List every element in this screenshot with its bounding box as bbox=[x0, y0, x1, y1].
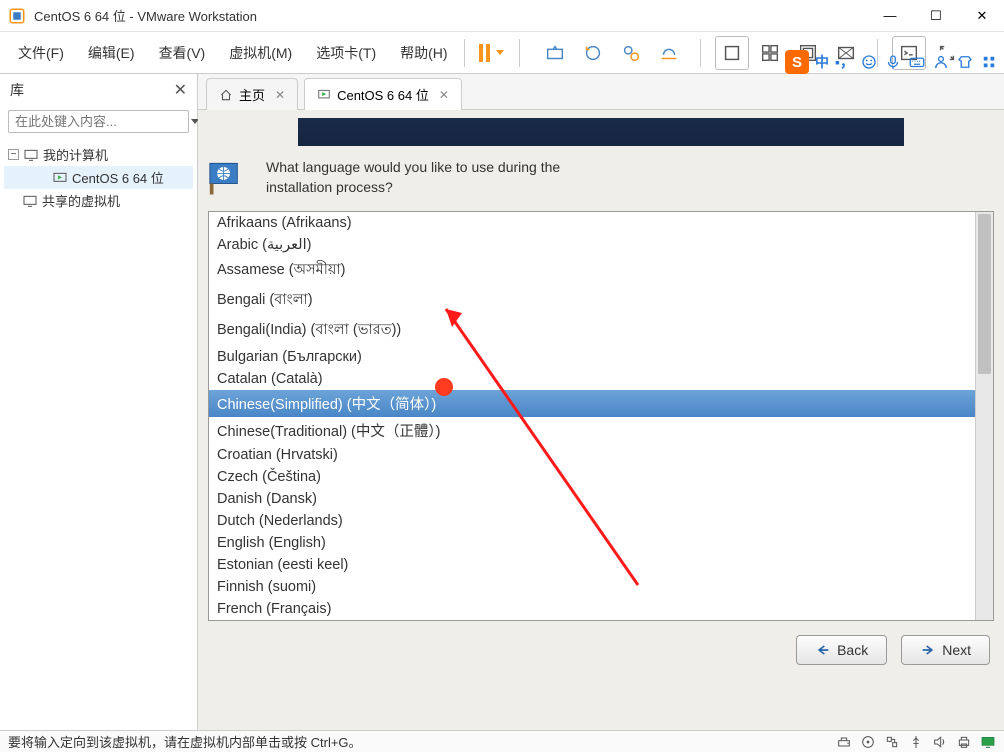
language-option[interactable]: Dutch (Nederlands) bbox=[209, 510, 975, 532]
language-scrollbar[interactable] bbox=[975, 212, 993, 620]
minimize-button[interactable]: — bbox=[876, 8, 904, 24]
arrow-right-icon bbox=[920, 643, 936, 657]
installer-banner bbox=[298, 118, 904, 146]
ime-person-icon[interactable] bbox=[932, 53, 950, 71]
ime-smiley-icon[interactable] bbox=[860, 53, 878, 71]
menu-tabs[interactable]: 选项卡(T) bbox=[310, 39, 382, 67]
vmware-icon bbox=[8, 7, 26, 25]
installer-question: What language would you like to use duri… bbox=[266, 158, 560, 197]
snapshot-revert-button[interactable] bbox=[576, 36, 610, 70]
status-cd-icon[interactable] bbox=[860, 734, 876, 750]
scrollbar-thumb[interactable] bbox=[978, 214, 991, 374]
language-option[interactable]: Finnish (suomi) bbox=[209, 576, 975, 598]
language-option[interactable]: Afrikaans (Afrikaans) bbox=[209, 212, 975, 234]
language-option[interactable]: Chinese(Traditional) (中文（正體）) bbox=[209, 417, 975, 444]
library-sidebar: 库 ✕ − 我的计算机 CentOS 6 64 位 共享的虚拟机 bbox=[0, 74, 198, 730]
language-option[interactable]: Bengali (বাংলা) bbox=[209, 286, 975, 316]
menu-file[interactable]: 文件(F) bbox=[12, 39, 70, 67]
ime-toolbar[interactable]: S 中 ▪， bbox=[785, 50, 998, 74]
window-title: CentOS 6 64 位 - VMware Workstation bbox=[34, 6, 876, 25]
library-close-button[interactable]: ✕ bbox=[174, 80, 187, 100]
menu-edit[interactable]: 编辑(E) bbox=[82, 39, 141, 67]
next-button[interactable]: Next bbox=[901, 635, 990, 665]
unity-button[interactable] bbox=[652, 36, 686, 70]
language-option[interactable]: English (English) bbox=[209, 532, 975, 554]
menu-help[interactable]: 帮助(H) bbox=[394, 39, 453, 67]
statusbar: 要将输入定向到该虚拟机，请在虚拟机内部单击或按 Ctrl+G。 bbox=[0, 730, 1004, 752]
ime-mic-icon[interactable] bbox=[884, 53, 902, 71]
snapshot-button[interactable] bbox=[538, 36, 572, 70]
tab-home[interactable]: 主页 ✕ bbox=[206, 78, 298, 110]
tree-item-centos[interactable]: CentOS 6 64 位 bbox=[4, 166, 193, 189]
view-single-button[interactable] bbox=[715, 36, 749, 70]
status-printer-icon[interactable] bbox=[956, 734, 972, 750]
sogou-icon[interactable]: S bbox=[785, 50, 809, 74]
view-thumbnail-button[interactable] bbox=[753, 36, 787, 70]
tab-vm[interactable]: CentOS 6 64 位 ✕ bbox=[304, 78, 462, 110]
ime-lang[interactable]: 中 bbox=[815, 52, 829, 72]
tree-item-label: CentOS 6 64 位 bbox=[72, 168, 164, 187]
pause-button[interactable] bbox=[475, 36, 509, 70]
library-search[interactable] bbox=[8, 110, 189, 133]
language-option[interactable]: French (Français) bbox=[209, 598, 975, 620]
status-display-icon[interactable] bbox=[980, 734, 996, 750]
tree-root-label: 我的计算机 bbox=[43, 145, 108, 164]
tree-root-my-computer[interactable]: − 我的计算机 bbox=[4, 143, 193, 166]
status-sound-icon[interactable] bbox=[932, 734, 948, 750]
status-usb-icon[interactable] bbox=[908, 734, 924, 750]
home-icon bbox=[219, 88, 233, 102]
window-controls: — ☐ ✕ bbox=[876, 8, 996, 24]
language-option[interactable]: Czech (Čeština) bbox=[209, 466, 975, 488]
statusbar-text: 要将输入定向到该虚拟机，请在虚拟机内部单击或按 Ctrl+G。 bbox=[8, 732, 362, 751]
ime-keyboard-icon[interactable] bbox=[908, 53, 926, 71]
shared-vm-icon bbox=[22, 194, 38, 208]
titlebar: CentOS 6 64 位 - VMware Workstation — ☐ ✕ bbox=[0, 0, 1004, 32]
arrow-left-icon bbox=[815, 643, 831, 657]
ime-toolbox-icon[interactable] bbox=[980, 53, 998, 71]
language-option[interactable]: Croatian (Hrvatski) bbox=[209, 444, 975, 466]
tab-vm-label: CentOS 6 64 位 bbox=[337, 85, 429, 104]
close-button[interactable]: ✕ bbox=[968, 8, 996, 24]
language-option[interactable]: Danish (Dansk) bbox=[209, 488, 975, 510]
language-flag-icon bbox=[208, 159, 252, 197]
library-search-input[interactable] bbox=[15, 114, 191, 129]
menu-view[interactable]: 查看(V) bbox=[153, 39, 212, 67]
ime-punct[interactable]: ▪， bbox=[835, 52, 854, 72]
language-option[interactable]: Chinese(Simplified) (中文（简体）) bbox=[209, 390, 975, 417]
tab-home-close[interactable]: ✕ bbox=[275, 88, 285, 102]
menu-vm[interactable]: 虚拟机(M) bbox=[223, 39, 298, 67]
tree-item-shared[interactable]: 共享的虚拟机 bbox=[4, 189, 193, 212]
tab-home-label: 主页 bbox=[239, 85, 265, 104]
language-listbox[interactable]: Afrikaans (Afrikaans)Arabic (العربية)Ass… bbox=[208, 211, 994, 621]
language-option[interactable]: Assamese (অসমীয়া) bbox=[209, 256, 975, 286]
computer-icon bbox=[23, 148, 39, 162]
document-tabs: 主页 ✕ CentOS 6 64 位 ✕ bbox=[198, 74, 1004, 110]
language-option[interactable]: Arabic (العربية) bbox=[209, 234, 975, 256]
snapshot-manager-button[interactable] bbox=[614, 36, 648, 70]
main-area: 主页 ✕ CentOS 6 64 位 ✕ What language would… bbox=[198, 74, 1004, 730]
next-label: Next bbox=[942, 642, 971, 658]
back-button[interactable]: Back bbox=[796, 635, 887, 665]
language-option[interactable]: Bengali(India) (বাংলা (ভারত)) bbox=[209, 316, 975, 346]
installer-viewport[interactable]: What language would you like to use duri… bbox=[198, 110, 1004, 730]
tree-shared-label: 共享的虚拟机 bbox=[42, 191, 120, 210]
library-tree: − 我的计算机 CentOS 6 64 位 共享的虚拟机 bbox=[0, 137, 197, 218]
ime-skin-icon[interactable] bbox=[956, 53, 974, 71]
tree-expander-icon[interactable]: − bbox=[8, 149, 19, 160]
back-label: Back bbox=[837, 642, 868, 658]
status-disk-icon[interactable] bbox=[836, 734, 852, 750]
language-option[interactable]: Estonian (eesti keel) bbox=[209, 554, 975, 576]
maximize-button[interactable]: ☐ bbox=[922, 8, 950, 24]
vm-running-icon bbox=[52, 171, 68, 185]
library-header: 库 bbox=[10, 80, 24, 100]
vm-tab-icon bbox=[317, 88, 331, 102]
status-network-icon[interactable] bbox=[884, 734, 900, 750]
language-option[interactable]: Bulgarian (Български) bbox=[209, 346, 975, 368]
language-option[interactable]: Catalan (Català) bbox=[209, 368, 975, 390]
tab-vm-close[interactable]: ✕ bbox=[439, 88, 449, 102]
